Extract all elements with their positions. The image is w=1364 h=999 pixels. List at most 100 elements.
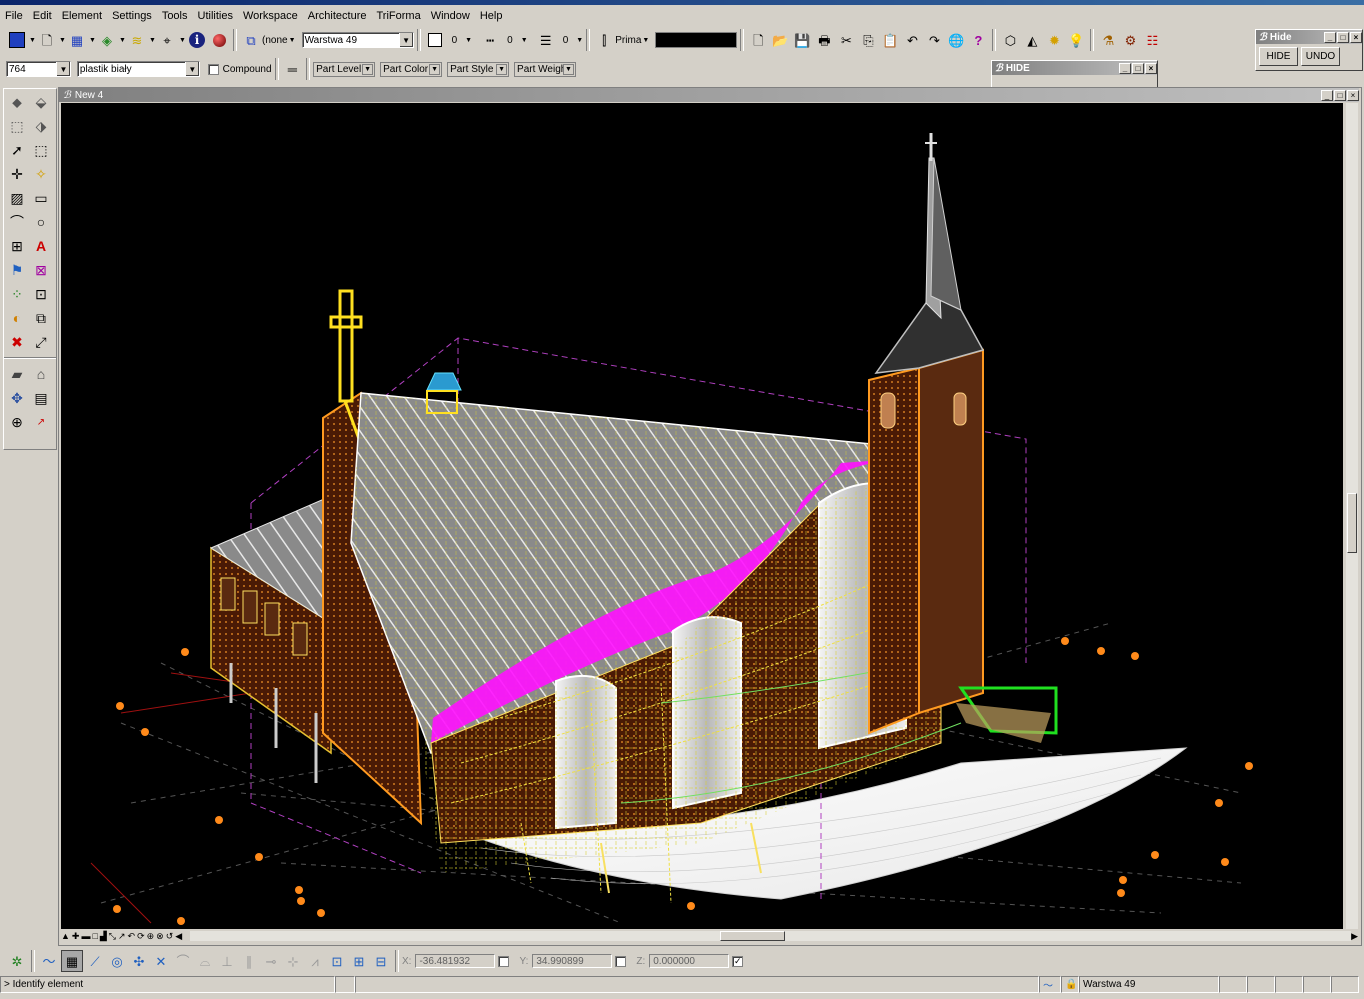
chevron-down-icon[interactable]: ▼ [59,37,66,44]
part-level-combo[interactable]: Part Level ▼ [313,61,376,77]
minimize-icon[interactable]: _ [1119,62,1131,74]
hide-dialog-titlebar[interactable]: ℬ Hide _ □ × [1256,30,1362,44]
snap-icon[interactable]: ⌖ [157,30,177,50]
weight-value[interactable]: 0 [563,35,569,46]
tag-icon[interactable]: ⚑ [5,258,29,282]
snap-parallel-icon[interactable]: ∥ [239,951,259,971]
redo-icon[interactable]: ↷ [924,30,944,50]
snap-through-icon[interactable]: ⊸ [261,951,281,971]
select-arrow-icon[interactable]: ➚ [5,138,29,162]
chevron-down-icon[interactable]: ▼ [29,37,36,44]
close-icon[interactable]: × [1347,89,1359,101]
copy-icon[interactable]: ⎘ [858,30,878,50]
chevron-down-icon[interactable]: ▼ [179,37,186,44]
move-icon[interactable]: ✥ [5,386,29,410]
x-lock-checkbox[interactable] [498,955,510,967]
view-controls-icon[interactable]: ▲✚▬□▟⤡↗↶⟳⊕⊗↺◀ [61,931,184,942]
element-selection-icon[interactable] [7,30,27,50]
save-icon[interactable]: 💾 [792,30,812,50]
chevron-down-icon[interactable]: ▼ [563,63,575,75]
open-folder-icon[interactable]: 📂 [770,30,790,50]
snap-intersection-icon[interactable]: ✕ [151,951,171,971]
linestyle-value[interactable]: 0 [507,35,513,46]
reference-icon[interactable]: ◈ [97,30,117,50]
part-icon[interactable]: ═ [283,59,303,79]
horizontal-scroll-thumb[interactable] [720,931,786,941]
3d-viewport[interactable] [61,103,1343,929]
menu-settings[interactable]: Settings [107,10,157,22]
arc-icon[interactable]: ⌒ [5,210,29,234]
part-color-combo[interactable]: Part Color ▼ [380,61,443,77]
class-icon[interactable]: ⫿ [594,30,614,50]
level-combo[interactable]: Warstwa 49 ▼ [301,32,414,48]
modify-solid-icon[interactable]: ⬗ [29,114,53,138]
report-icon[interactable]: ▤ [29,386,53,410]
close-icon[interactable]: × [1350,31,1362,43]
paste-icon[interactable]: 📋 [880,30,900,50]
z-coordinate-field[interactable]: 0.000000 [649,954,730,968]
part-weight-combo[interactable]: Part Weigh ▼ [514,61,577,77]
scale-icon[interactable]: ⤢ [29,330,53,354]
rectangle-icon[interactable]: ▭ [29,186,53,210]
chevron-down-icon[interactable]: ▼ [184,62,199,76]
chevron-down-icon[interactable]: ▼ [642,37,649,44]
maximize-icon[interactable]: □ [1337,31,1349,43]
minimize-icon[interactable]: _ [1321,89,1333,101]
undo-icon[interactable]: ↶ [902,30,922,50]
new-document-icon[interactable]: 🗋 [748,30,768,50]
compass-icon[interactable]: ⊕ [5,410,29,434]
print-icon[interactable]: 🖶 [814,30,834,50]
menu-triforma[interactable]: TriForma [371,10,425,22]
dimension-icon[interactable]: ⊠ [29,258,53,282]
chevron-down-icon[interactable]: ▼ [398,33,413,47]
snap-nearest-icon[interactable]: 〜 [39,951,59,971]
roof-icon[interactable]: ⌂ [29,362,53,386]
view-titlebar[interactable]: ℬ New 4 _ □ × [59,88,1359,102]
chevron-down-icon[interactable]: ▼ [89,37,96,44]
snap-origin-icon[interactable]: ✣ [129,951,149,971]
scroll-right-icon[interactable]: ▶ [1351,931,1358,942]
color-swatch-icon[interactable] [425,30,445,50]
structure-icon[interactable]: ⚙ [1120,30,1140,50]
measure-icon[interactable]: ⊡ [29,282,53,306]
maximize-icon[interactable]: □ [1334,89,1346,101]
chevron-down-icon[interactable]: ▼ [465,37,472,44]
snap-multi-icon[interactable]: ⊞ [349,951,369,971]
chevron-down-icon[interactable]: ▼ [149,37,156,44]
furniture-icon[interactable]: ⚗ [1098,30,1118,50]
y-coordinate-field[interactable]: 34.990899 [532,954,613,968]
cube-icon[interactable]: ⬡ [1000,30,1020,50]
number-combo[interactable]: 764 ▼ [6,61,71,77]
group-icon[interactable]: ⊞ [5,234,29,258]
snap-status-icon[interactable]: 〜 [1039,976,1061,993]
snap-box-icon[interactable]: ⊡ [327,951,347,971]
z-lock-checkbox[interactable]: ✓ [732,955,744,967]
snap-bisector-icon[interactable]: ⩘ [305,951,325,971]
chevron-down-icon[interactable]: ▼ [429,63,441,75]
chevron-down-icon[interactable]: ▼ [55,62,70,76]
snap-center-icon[interactable]: ◎ [107,951,127,971]
menu-element[interactable]: Element [57,10,107,22]
prim-value[interactable]: Prima [615,35,641,46]
light-source-icon[interactable]: ✹ [1044,30,1064,50]
circle-icon[interactable]: ○ [29,210,53,234]
vertical-scroll-thumb[interactable] [1347,493,1357,553]
selection-box-icon[interactable]: ⬚ [29,138,53,162]
snap-point-on-icon[interactable]: ⊹ [283,951,303,971]
copy-icon[interactable]: ⧉ [29,306,53,330]
active-style-value[interactable]: (none [262,35,288,46]
help-icon[interactable]: ? [968,30,988,50]
menu-architecture[interactable]: Architecture [303,10,372,22]
menu-help[interactable]: Help [475,10,508,22]
snap-settings-icon[interactable]: ✲ [7,951,27,971]
x-coordinate-field[interactable]: -36.481932 [415,954,496,968]
vertical-scrollbar[interactable] [1346,103,1358,929]
paint-bucket-icon[interactable]: ◭ [1022,30,1042,50]
new-file-icon[interactable]: 🗋 [37,30,57,50]
stair-icon[interactable]: ☷ [1142,30,1162,50]
snap-tangent-from-icon[interactable]: ⌓ [195,951,215,971]
globe-icon[interactable]: 🌐 [946,30,966,50]
chevron-down-icon[interactable]: ▼ [119,37,126,44]
menu-workspace[interactable]: Workspace [238,10,303,22]
maximize-icon[interactable]: □ [1132,62,1144,74]
